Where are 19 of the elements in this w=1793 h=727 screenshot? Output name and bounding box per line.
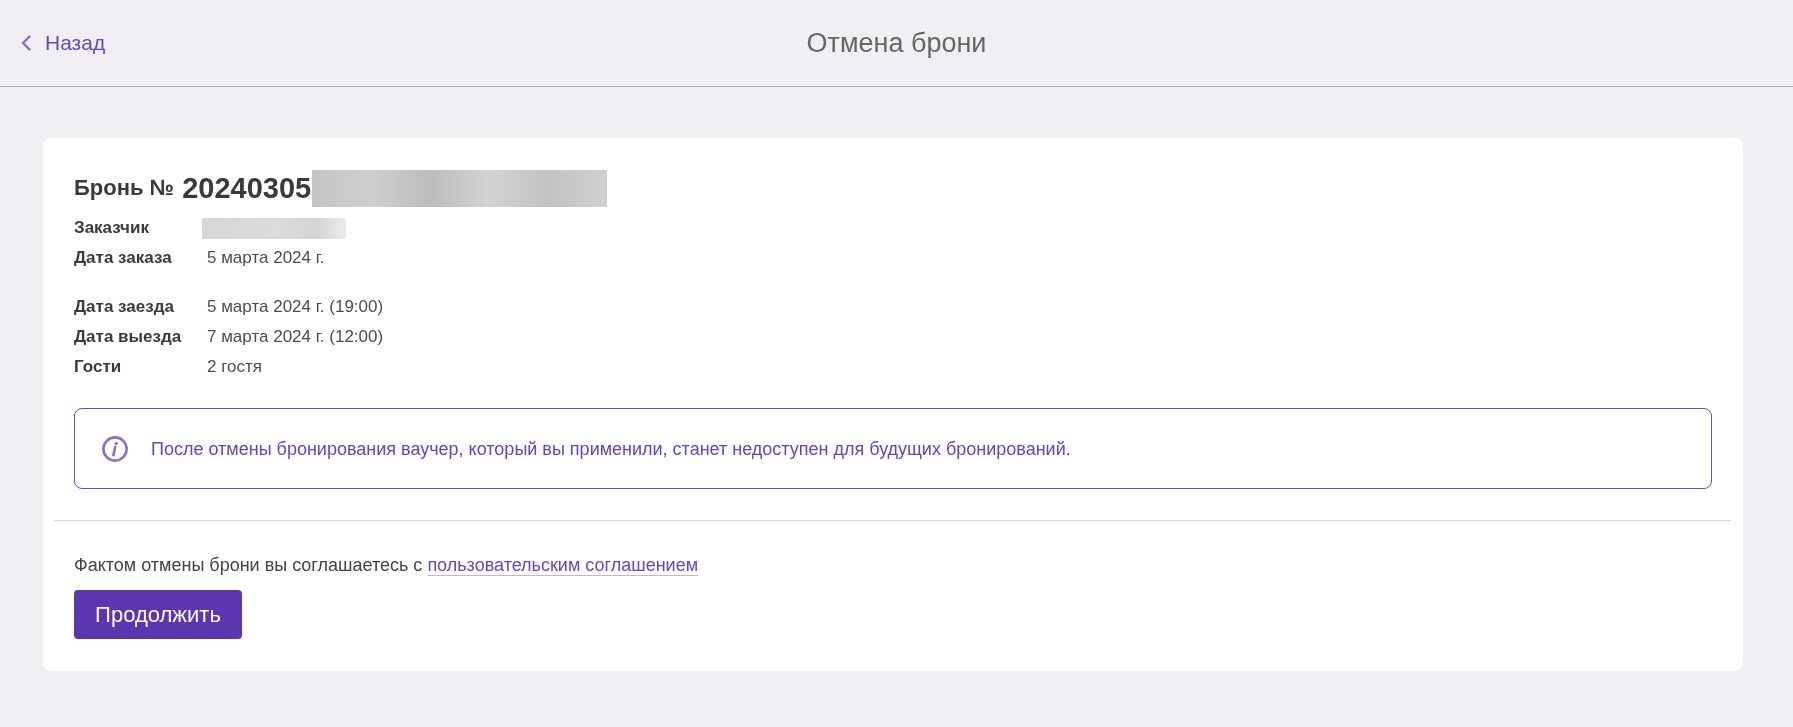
chevron-left-icon (21, 35, 31, 51)
booking-number: 20240305 (182, 171, 312, 205)
detail-label: Дата заказа (74, 248, 172, 268)
page-title: Отмена брони (806, 27, 987, 60)
detail-label: Гости (74, 357, 122, 377)
agreement-text: Фактом отмены брони вы соглашаетесь с пользовательским соглашением (74, 554, 700, 577)
detail-label: Дата выезда (74, 327, 182, 347)
detail-label: Дата заезда (74, 297, 174, 317)
detail-value: 2 гостя (207, 357, 262, 377)
detail-value: 7 марта 2024 г. (12:00) (207, 327, 384, 347)
detail-value: 5 марта 2024 г. (207, 248, 325, 268)
detail-value: 5 марта 2024 г. (19:00) (207, 297, 384, 317)
info-icon (102, 435, 128, 462)
detail-label: Заказчик (74, 218, 149, 238)
continue-button[interactable]: Продолжить (74, 590, 242, 639)
user-agreement-link[interactable]: пользовательским соглашением (427, 555, 699, 575)
notice-text: После отмены бронирования ваучер, который вы применили, станет недоступен для будущих бронирований. (151, 437, 1071, 461)
booking-label: Бронь № (74, 175, 175, 201)
back-link[interactable]: Назад (21, 30, 106, 56)
